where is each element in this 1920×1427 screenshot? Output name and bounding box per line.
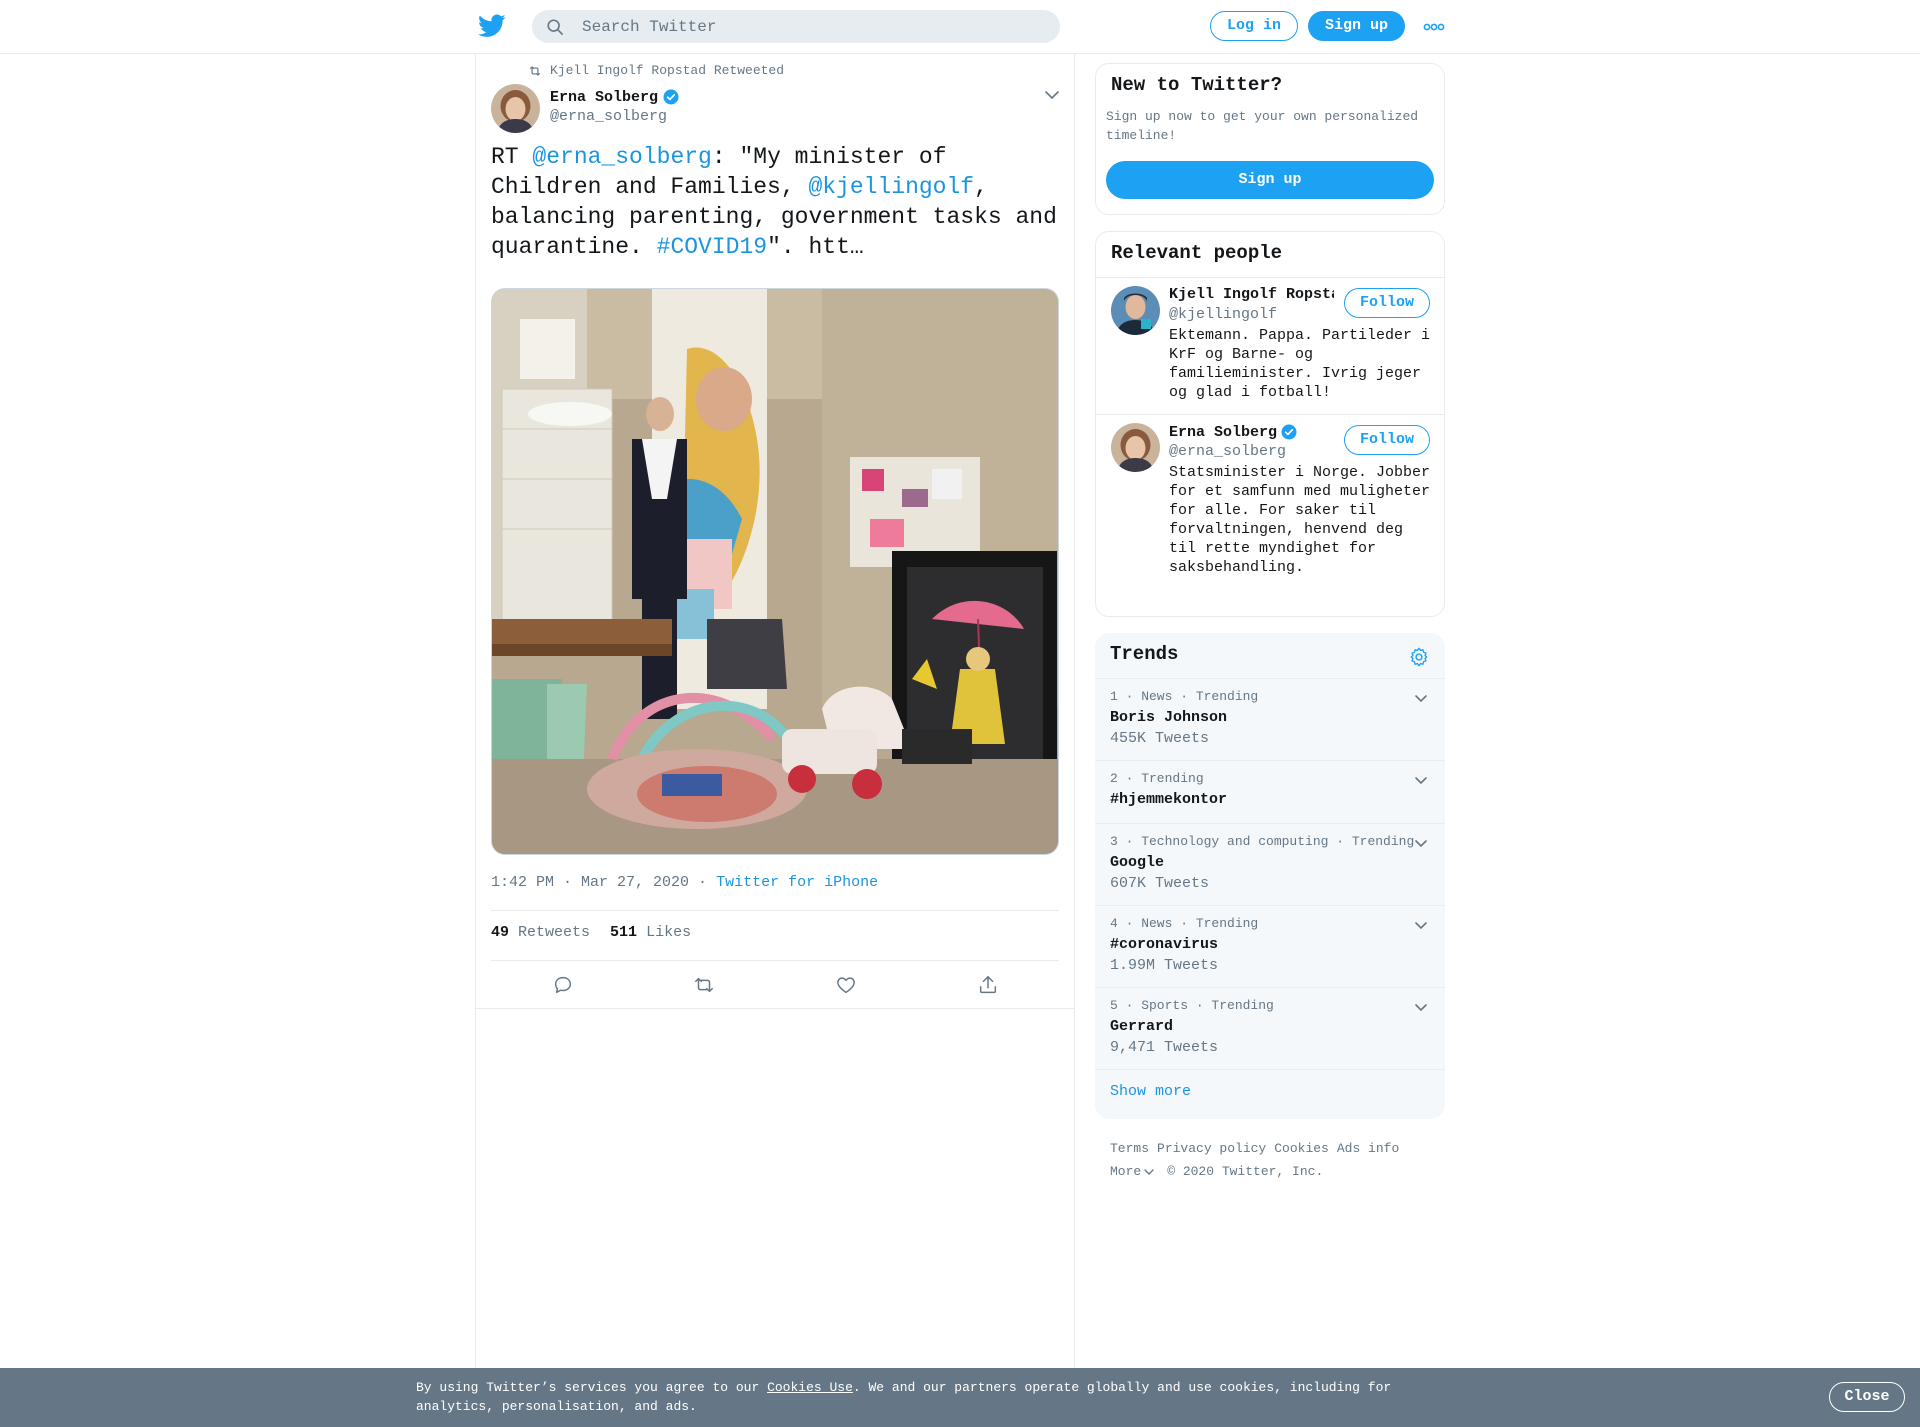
new-to-twitter-subtitle: Sign up now to get your own personalized… [1106,109,1419,143]
trend-item[interactable]: 2 · Trending #hjemmekontor [1095,760,1445,823]
trend-meta: 1 · News · Trending [1110,689,1259,704]
chevron-down-icon[interactable] [1413,690,1429,706]
trend-name[interactable]: #hjemmekontor [1110,791,1227,808]
login-button[interactable]: Log in [1210,11,1298,41]
cookies-use-link[interactable]: Cookies Use [767,1380,853,1395]
footer-links: Terms Privacy policy Cookies Ads info More … [1110,1137,1440,1183]
trend-item[interactable]: 3 · Technology and computing · Trending … [1095,823,1445,905]
gear-icon[interactable] [1408,646,1430,668]
person-name[interactable]: Erna Solberg [1169,423,1334,441]
cookie-banner: By using Twitter’s services you agree to… [0,1368,1920,1427]
relevant-people-title: Relevant people [1111,242,1283,264]
follow-button[interactable]: Follow [1344,288,1430,318]
twitter-bird-icon[interactable] [478,14,506,38]
divider [476,1008,1074,1009]
tweet-source-link[interactable]: Twitter for iPhone [716,874,878,891]
more-dots-icon[interactable] [1423,16,1445,38]
trend-name[interactable]: Gerrard [1110,1018,1173,1035]
trend-name[interactable]: Google [1110,854,1164,871]
cookie-text: By using Twitter’s services you agree to… [416,1380,1392,1414]
more-link[interactable]: More [1110,1160,1141,1183]
retweet-label[interactable]: Kjell Ingolf Ropstad Retweeted [550,63,784,78]
trend-meta: 3 · Technology and computing · Trending [1110,834,1415,849]
trend-meta: 4 · News · Trending [1110,916,1259,931]
share-icon[interactable] [977,974,999,996]
search-input[interactable]: Search Twitter [582,18,716,36]
trend-item[interactable]: 4 · News · Trending #coronavirus 1.99M T… [1095,905,1445,987]
cookies-link[interactable]: Cookies [1274,1141,1329,1156]
new-to-twitter-card: New to Twitter? Sign up now to get your … [1095,63,1445,215]
trend-name[interactable]: #coronavirus [1110,936,1218,953]
person-item[interactable]: Erna Solberg @erna_solberg Statsminister… [1096,414,1444,618]
search-icon [547,19,564,36]
mention-link[interactable]: @erna_solberg [532,144,711,170]
chevron-down-icon[interactable] [1413,772,1429,788]
trend-name[interactable]: Boris Johnson [1110,709,1227,726]
relevant-people-card: Relevant people Kjell Ingolf Ropstad @kj… [1095,231,1445,617]
hashtag-link[interactable]: #COVID19 [657,234,767,260]
author-name[interactable]: Erna Solberg [550,88,680,106]
retweet-action-icon[interactable] [693,974,715,996]
person-bio: Statsminister i Norge. Jobber for et sam… [1169,464,1431,576]
copyright: © 2020 Twitter, Inc. [1167,1164,1324,1179]
chevron-down-icon[interactable] [1413,835,1429,851]
retweets-stat[interactable]: 49 Retweets [491,924,590,941]
trend-item[interactable]: 5 · Sports · Trending Gerrard 9,471 Twee… [1095,987,1445,1069]
verified-badge-icon [663,89,679,105]
top-header: Search Twitter Log in Sign up [0,0,1920,54]
tweet-timestamp[interactable]: 1:42 PM · Mar 27, 2020 [491,874,689,891]
tweet-stats: 49 Retweets 511 Likes [491,924,691,941]
avatar[interactable] [1111,423,1160,472]
reply-icon[interactable] [552,974,574,996]
divider [491,910,1059,911]
privacy-link[interactable]: Privacy policy [1157,1141,1266,1156]
trend-meta: 2 · Trending [1110,771,1204,786]
author-handle[interactable]: @erna_solberg [550,108,667,125]
person-bio: Ektemann. Pappa. Partileder i KrF og Bar… [1169,327,1431,401]
retweet-context: Kjell Ingolf Ropstad Retweeted [528,63,784,78]
search-bar[interactable]: Search Twitter [532,10,1060,43]
sidebar-signup-button[interactable]: Sign up [1106,161,1434,199]
person-item[interactable]: Kjell Ingolf Ropstad @kjellingolf Ektema… [1096,278,1444,414]
trends-card: Trends 1 · News · Trending Boris Johnson… [1095,633,1445,1119]
signup-button[interactable]: Sign up [1308,11,1405,41]
likes-stat[interactable]: 511 Likes [610,924,691,941]
chevron-down-icon[interactable] [1413,917,1429,933]
trend-meta: 5 · Sports · Trending [1110,998,1274,1013]
author-avatar[interactable] [491,84,540,133]
person-name[interactable]: Kjell Ingolf Ropstad [1169,286,1334,303]
person-handle[interactable]: @erna_solberg [1169,443,1286,460]
tweet-column: Kjell Ingolf Ropstad Retweeted Erna Solb… [475,54,1075,1368]
show-more-link[interactable]: Show more [1110,1083,1191,1100]
trend-item[interactable]: 1 · News · Trending Boris Johnson 455K T… [1095,678,1445,760]
trend-count: 1.99M Tweets [1110,957,1219,974]
like-icon[interactable] [835,974,857,996]
ads-info-link[interactable]: Ads info [1337,1141,1399,1156]
tweet-photo[interactable] [491,288,1059,855]
divider [491,960,1059,961]
follow-button[interactable]: Follow [1344,425,1430,455]
close-button[interactable]: Close [1829,1382,1905,1412]
retweet-icon [529,65,541,76]
trend-count: 9,471 Tweets [1110,1039,1219,1056]
chevron-down-icon[interactable] [1143,1166,1155,1178]
chevron-down-icon[interactable] [1043,86,1061,104]
mention-link[interactable]: @kjellingolf [808,174,974,200]
trend-count: 607K Tweets [1110,875,1210,892]
chevron-down-icon[interactable] [1413,999,1429,1015]
tweet-text: RT @erna_solberg: "My minister of Childr… [491,144,1057,260]
person-handle[interactable]: @kjellingolf [1169,306,1277,323]
avatar[interactable] [1111,286,1160,335]
trends-title: Trends [1110,643,1179,665]
tweet-meta: 1:42 PM · Mar 27, 2020 · Twitter for iPh… [491,874,879,891]
terms-link[interactable]: Terms [1110,1141,1149,1156]
verified-badge-icon [1281,424,1297,440]
trend-count: 455K Tweets [1110,730,1210,747]
divider [1095,1069,1445,1070]
new-to-twitter-title: New to Twitter? [1111,74,1283,96]
